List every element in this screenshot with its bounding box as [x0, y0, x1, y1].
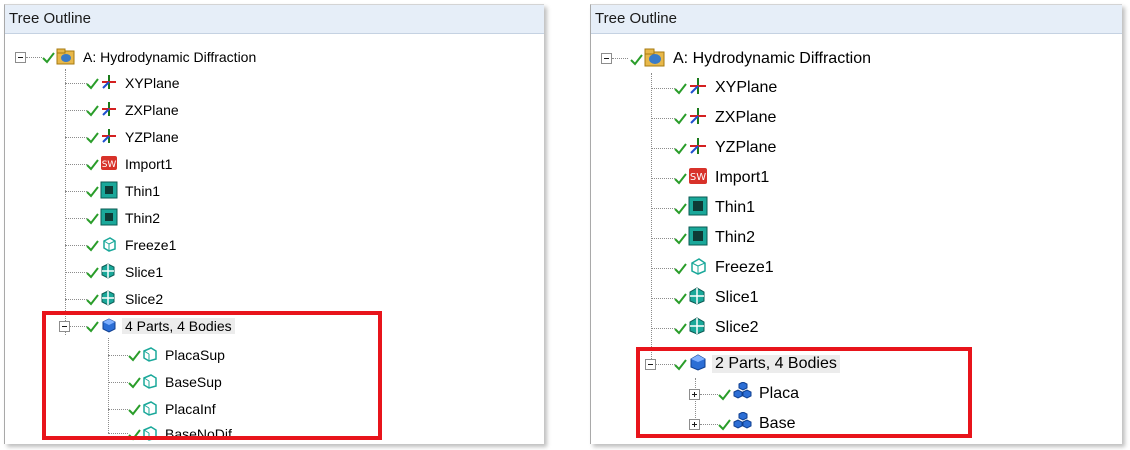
tree-item-slice1[interactable]: Slice1	[673, 284, 762, 312]
tree-item-freeze1[interactable]: Freeze1	[673, 254, 777, 282]
check-icon	[673, 112, 687, 125]
svg-text:SW: SW	[690, 172, 706, 183]
plane-axes-icon	[100, 73, 118, 94]
check-icon	[85, 104, 99, 117]
check-icon	[85, 212, 99, 225]
freeze-icon	[688, 256, 708, 281]
tree-item-thin2[interactable]: Thin2	[673, 224, 758, 252]
check-icon	[673, 292, 687, 305]
tree-item-xyplane[interactable]: XYPlane	[673, 74, 780, 102]
tree-item-slice2[interactable]: Slice2	[673, 314, 762, 342]
check-icon	[673, 262, 687, 275]
tree-item-slice2[interactable]: Slice2	[85, 287, 166, 311]
thin-icon	[688, 196, 708, 221]
check-icon	[85, 131, 99, 144]
svg-text:SW: SW	[102, 160, 117, 170]
project-folder-icon	[644, 46, 666, 73]
plane-axes-icon	[688, 106, 708, 131]
plane-axes-icon	[688, 136, 708, 161]
tree-root-label: A: Hydrodynamic Diffraction	[83, 49, 257, 65]
slice-icon	[688, 286, 708, 311]
check-icon	[673, 82, 687, 95]
plane-axes-icon	[688, 76, 708, 101]
check-icon	[85, 239, 99, 252]
tree-item-xyplane[interactable]: XYPlane	[85, 71, 182, 95]
tree-root-label: A: Hydrodynamic Diffraction	[673, 50, 871, 67]
check-icon	[85, 293, 99, 306]
slice-icon	[100, 289, 118, 310]
check-icon	[673, 232, 687, 245]
slice-icon	[688, 316, 708, 341]
tree-root-row[interactable]: A: Hydrodynamic Diffraction	[629, 45, 874, 73]
check-icon	[85, 158, 99, 171]
tree-item-thin1[interactable]: Thin1	[673, 194, 758, 222]
tree-item-import1[interactable]: SW Import1	[85, 152, 175, 176]
tree-item-zxplane[interactable]: ZXPlane	[673, 104, 779, 132]
check-icon	[673, 202, 687, 215]
tree-item-thin2[interactable]: Thin2	[85, 206, 163, 230]
collapse-toggle[interactable]	[15, 52, 26, 63]
check-icon	[673, 172, 687, 185]
plane-axes-icon	[100, 100, 118, 121]
freeze-icon	[100, 235, 118, 256]
tree-item-import1[interactable]: SW Import1	[673, 164, 772, 192]
tree-item-freeze1[interactable]: Freeze1	[85, 233, 179, 257]
slice-icon	[100, 262, 118, 283]
import-icon: SW	[100, 154, 118, 175]
tree-item-thin1[interactable]: Thin1	[85, 179, 163, 203]
check-icon	[673, 322, 687, 335]
plane-axes-icon	[100, 127, 118, 148]
check-icon	[41, 51, 55, 64]
tree-item-slice1[interactable]: Slice1	[85, 260, 166, 284]
tree-root-row[interactable]: A: Hydrodynamic Diffraction	[41, 45, 259, 69]
project-folder-icon	[56, 46, 76, 69]
collapse-toggle[interactable]	[601, 53, 612, 64]
check-icon	[85, 185, 99, 198]
tree-item-yzplane[interactable]: YZPlane	[85, 125, 182, 149]
check-icon	[673, 142, 687, 155]
tree-item-yzplane[interactable]: YZPlane	[673, 134, 779, 162]
tree-item-zxplane[interactable]: ZXPlane	[85, 98, 182, 122]
check-icon	[85, 77, 99, 90]
check-icon	[85, 266, 99, 279]
panel-title: Tree Outline	[591, 5, 1122, 34]
import-icon: SW	[688, 166, 708, 191]
thin-icon	[100, 208, 118, 229]
thin-icon	[100, 181, 118, 202]
highlight-box	[42, 311, 382, 440]
highlight-box	[636, 347, 972, 438]
thin-icon	[688, 226, 708, 251]
panel-title: Tree Outline	[5, 5, 544, 34]
check-icon	[629, 53, 643, 66]
